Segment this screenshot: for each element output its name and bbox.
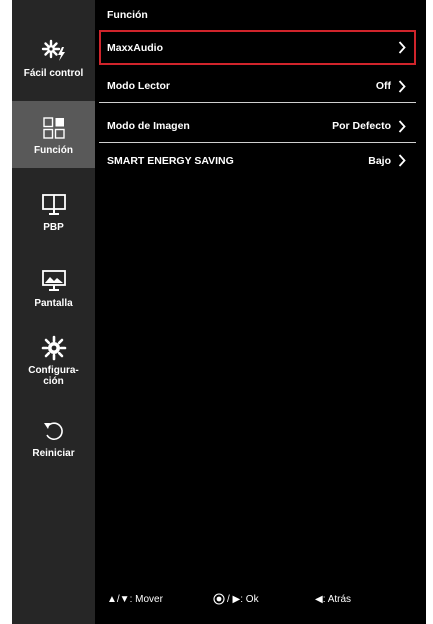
easy-control-icon bbox=[41, 39, 65, 61]
sidebar-item-easy-control[interactable]: Fácil control bbox=[12, 38, 95, 98]
function-icon bbox=[42, 117, 65, 139]
menu-item-value: Off bbox=[375, 80, 391, 92]
menu-item-value: Bajo bbox=[368, 154, 391, 167]
sidebar-item-label: Fácil control bbox=[23, 68, 84, 79]
sidebar: Fácil control Función PBP Pantalla Confi… bbox=[12, 0, 95, 624]
menu-item-label: Modo de Imagen bbox=[107, 120, 190, 132]
menu-panel: Función MaxxAudio Modo Lector Off Modo d… bbox=[95, 0, 426, 624]
back-hint: ◀: Atrás bbox=[315, 593, 352, 605]
screen-icon bbox=[41, 270, 66, 291]
menu-item-maxxaudio[interactable]: MaxxAudio bbox=[99, 30, 416, 65]
menu-item-label: Modo Lector bbox=[107, 80, 170, 92]
menu-item-label: SMART ENERGY SAVING bbox=[107, 154, 234, 167]
chevron-right-icon bbox=[398, 154, 406, 167]
chevron-right-icon bbox=[398, 79, 406, 93]
sidebar-item-reset[interactable]: Reiniciar bbox=[12, 418, 95, 463]
sidebar-item-pbp[interactable]: PBP bbox=[12, 192, 95, 237]
sidebar-item-function[interactable]: Función bbox=[12, 101, 95, 168]
sidebar-item-settings[interactable]: Configura- ción bbox=[12, 335, 95, 400]
move-hint: ▲/▼: Mover bbox=[107, 593, 163, 605]
menu-item-value: Por Defecto bbox=[332, 120, 391, 132]
reset-icon bbox=[43, 422, 63, 441]
sidebar-item-label: Configura- ción bbox=[28, 365, 79, 387]
menu-item-smart-energy-saving[interactable]: SMART ENERGY SAVING Bajo bbox=[99, 144, 416, 177]
sidebar-item-label: Pantalla bbox=[34, 298, 73, 309]
menu-item-label: MaxxAudio bbox=[107, 41, 164, 54]
ok-hint-label: / ▶: Ok bbox=[227, 593, 259, 605]
page-title: Función bbox=[107, 9, 148, 21]
sidebar-item-screen[interactable]: Pantalla bbox=[12, 268, 95, 313]
key-hints: ▲/▼: Mover / ▶: Ok ◀: Atrás bbox=[107, 590, 407, 608]
pbp-icon bbox=[41, 194, 66, 215]
sidebar-item-label: Función bbox=[34, 145, 73, 156]
joystick-press-icon bbox=[213, 593, 225, 605]
sidebar-item-label: PBP bbox=[43, 222, 64, 233]
menu-item-reader-mode[interactable]: Modo Lector Off bbox=[99, 70, 416, 103]
chevron-right-icon bbox=[398, 41, 406, 54]
settings-icon bbox=[41, 335, 66, 361]
chevron-right-icon bbox=[398, 119, 406, 133]
sidebar-item-label: Reiniciar bbox=[32, 448, 75, 459]
menu-item-picture-mode[interactable]: Modo de Imagen Por Defecto bbox=[99, 110, 416, 143]
ok-hint: / ▶: Ok bbox=[213, 593, 259, 605]
